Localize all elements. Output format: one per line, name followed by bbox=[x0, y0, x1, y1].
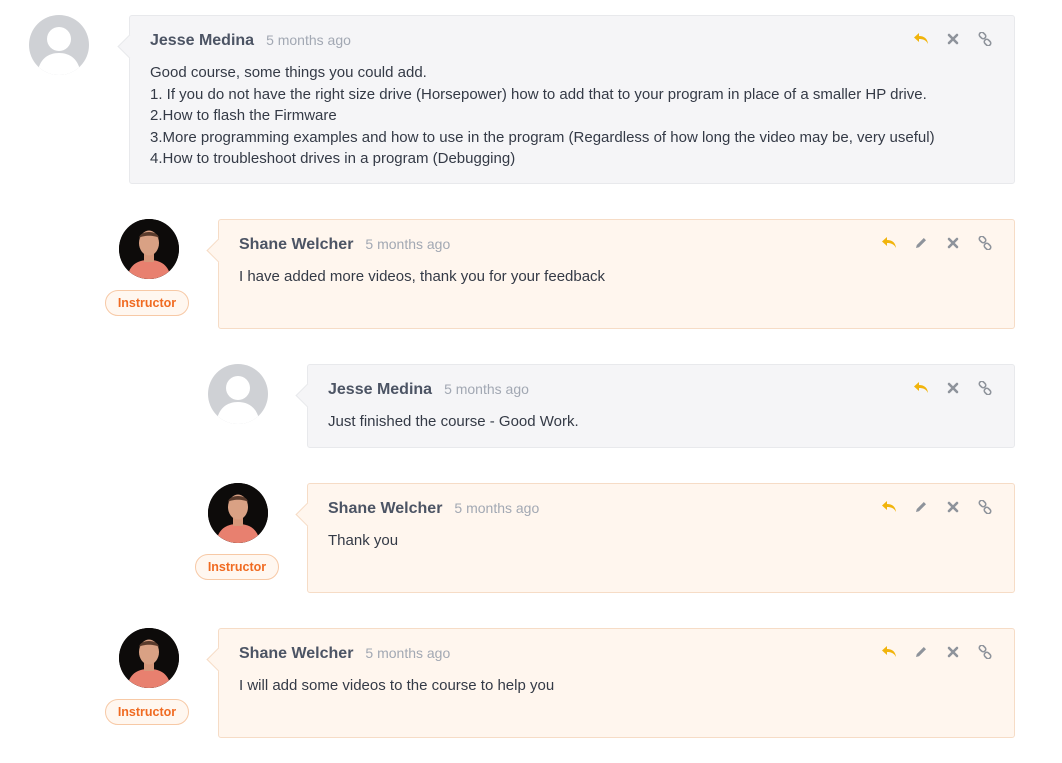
comment-actions bbox=[866, 234, 994, 252]
delete-icon[interactable] bbox=[944, 498, 962, 516]
comment-time: 5 months ago bbox=[365, 645, 451, 661]
avatar bbox=[208, 364, 268, 424]
comment-header: Shane Welcher 5 months ago bbox=[328, 500, 539, 518]
comment-time: 5 months ago bbox=[266, 32, 351, 48]
comment-card: Jesse Medina 5 months ago Just finished t… bbox=[307, 364, 1015, 448]
avatar bbox=[29, 15, 89, 75]
comment-card: Shane Welcher 5 months ago I will add som… bbox=[218, 628, 1015, 738]
comment-author[interactable]: Shane Welcher bbox=[239, 236, 353, 253]
comment-line: I will add some videos to the course to … bbox=[239, 677, 555, 694]
comment-actions bbox=[866, 643, 994, 661]
comment-time: 5 months ago bbox=[444, 381, 529, 397]
comment-body: Good course, some things you could add. … bbox=[150, 62, 998, 170]
comment-header: Shane Welcher 5 months ago bbox=[239, 236, 450, 254]
delete-icon[interactable] bbox=[944, 234, 962, 252]
comment-time: 5 months ago bbox=[365, 236, 451, 252]
edit-icon[interactable] bbox=[912, 234, 930, 252]
instructor-badge: Instructor bbox=[105, 699, 189, 725]
comment-body: I will add some videos to the course to … bbox=[239, 675, 998, 697]
delete-icon[interactable] bbox=[944, 30, 962, 48]
reply-icon[interactable] bbox=[912, 379, 930, 397]
avatar bbox=[208, 483, 268, 543]
comment-body: I have added more videos, thank you for … bbox=[239, 266, 998, 288]
delete-icon[interactable] bbox=[944, 379, 962, 397]
comment-card: Shane Welcher 5 months ago Thank you bbox=[307, 483, 1015, 593]
edit-icon[interactable] bbox=[912, 498, 930, 516]
comment-header: Shane Welcher 5 months ago bbox=[239, 645, 450, 663]
comment-author[interactable]: Shane Welcher bbox=[328, 500, 442, 517]
comment-actions bbox=[898, 379, 994, 397]
avatar bbox=[119, 219, 179, 279]
link-icon[interactable] bbox=[976, 234, 994, 252]
comment-card: Shane Welcher 5 months ago I have added m… bbox=[218, 219, 1015, 329]
comment-author[interactable]: Jesse Medina bbox=[328, 381, 432, 398]
comment-line: 3.More programming examples and how to u… bbox=[150, 128, 935, 146]
instructor-badge: Instructor bbox=[105, 290, 189, 316]
edit-icon[interactable] bbox=[912, 643, 930, 661]
comment-line: I have added more videos, thank you for … bbox=[239, 268, 606, 285]
instructor-badge: Instructor bbox=[195, 554, 279, 580]
reply-icon[interactable] bbox=[880, 498, 898, 516]
comment-body: Just finished the course - Good Work. bbox=[328, 411, 998, 433]
comment-body: Thank you bbox=[328, 530, 998, 552]
link-icon[interactable] bbox=[976, 379, 994, 397]
comment-line: 2.How to flash the Firmware bbox=[150, 107, 337, 124]
comment-line: 4.How to troubleshoot drives in a progra… bbox=[150, 150, 516, 167]
comment-actions bbox=[866, 498, 994, 516]
comment-author[interactable]: Shane Welcher bbox=[239, 645, 353, 662]
reply-icon[interactable] bbox=[880, 643, 898, 661]
comment-line: Good course, some things you could add. bbox=[150, 64, 427, 81]
comment-header: Jesse Medina 5 months ago bbox=[328, 381, 529, 399]
comment-author[interactable]: Jesse Medina bbox=[150, 32, 254, 49]
comment-line: 1. If you do not have the right size dri… bbox=[150, 85, 927, 103]
link-icon[interactable] bbox=[976, 30, 994, 48]
comment-line: Just finished the course - Good Work. bbox=[328, 413, 579, 430]
comment-card: Jesse Medina 5 months ago Good course, so… bbox=[129, 15, 1015, 184]
delete-icon[interactable] bbox=[944, 643, 962, 661]
comment-time: 5 months ago bbox=[454, 500, 540, 516]
comment-actions bbox=[898, 30, 994, 48]
reply-icon[interactable] bbox=[912, 30, 930, 48]
comment-header: Jesse Medina 5 months ago bbox=[150, 32, 351, 50]
reply-icon[interactable] bbox=[880, 234, 898, 252]
link-icon[interactable] bbox=[976, 643, 994, 661]
comment-line: Thank you bbox=[328, 532, 399, 549]
avatar bbox=[119, 628, 179, 688]
link-icon[interactable] bbox=[976, 498, 994, 516]
